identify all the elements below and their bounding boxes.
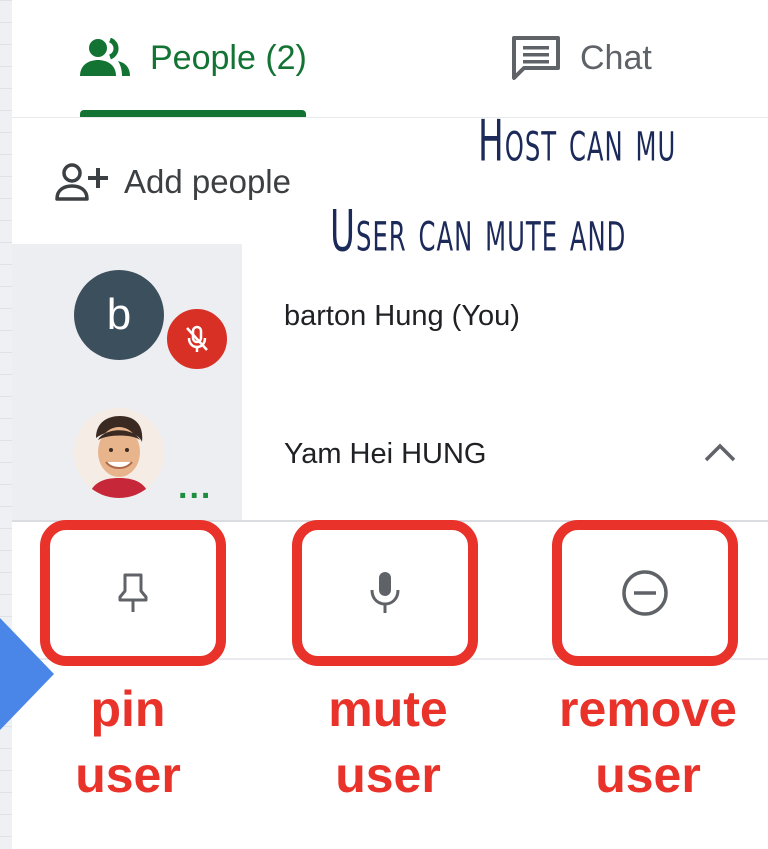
caption-line: user [75, 747, 181, 803]
active-tab-indicator [80, 110, 306, 117]
remove-icon [622, 570, 668, 616]
annotation-line-1: Host can mu [478, 108, 677, 174]
participant-name: barton Hung (You) [284, 300, 520, 332]
caption-line: user [335, 747, 441, 803]
people-icon [80, 38, 130, 76]
tab-chat[interactable]: Chat [510, 0, 652, 116]
mic-icon [370, 572, 400, 613]
avatar [74, 408, 164, 498]
annotation-line-2: User can mute and [330, 198, 627, 264]
avatar-initial: b [106, 290, 132, 339]
mute-user-caption: mute user [278, 676, 498, 808]
participant-row[interactable]: b barton Hung (You) [12, 260, 768, 372]
tab-people[interactable]: People (2) [78, 0, 307, 116]
caption-line: user [595, 747, 701, 803]
caption-line: remove [559, 681, 737, 737]
remove-user-button[interactable] [552, 520, 738, 666]
avatar-photo-icon [74, 408, 164, 498]
chat-icon [512, 36, 560, 80]
avatar: b [74, 270, 164, 360]
tab-chat-label: Chat [580, 38, 652, 77]
tab-people-label: People (2) [150, 38, 307, 77]
pin-icon [118, 573, 148, 612]
add-people-label: Add people [124, 163, 291, 200]
pin-user-button[interactable] [40, 520, 226, 666]
caption-line: mute [328, 681, 448, 737]
add-people-button[interactable]: Add people [54, 152, 291, 212]
more-indicator: ... [178, 468, 213, 506]
participant-row[interactable]: ... Yam Hei HUNG [12, 400, 768, 510]
add-person-icon [55, 163, 108, 201]
mute-user-button[interactable] [292, 520, 478, 666]
muted-badge [164, 306, 230, 372]
chevron-up-icon[interactable] [702, 440, 738, 464]
mic-off-icon [186, 325, 208, 352]
slide-arrow-shape [0, 618, 54, 730]
remove-user-caption: remove user [538, 676, 758, 808]
participant-name: Yam Hei HUNG [284, 438, 487, 470]
